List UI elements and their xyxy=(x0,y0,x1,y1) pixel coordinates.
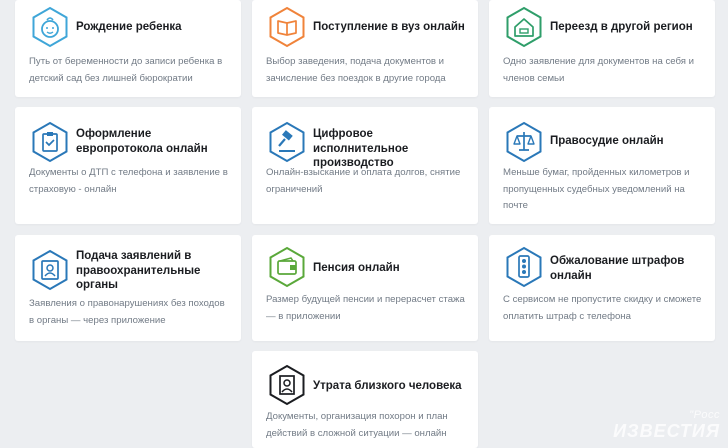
card-description: Заявления о правонарушениях без походов … xyxy=(29,298,225,326)
watermark-logo: ИЗВЕСТИЯ xyxy=(613,421,720,441)
gavel-icon xyxy=(266,121,308,163)
card-title: Переезд в другой регион xyxy=(550,21,693,33)
card-description: С сервисом не пропустите скидку и сможет… xyxy=(503,294,702,322)
service-card-university[interactable]: Поступление в вуз онлайн Выбор заведения… xyxy=(252,0,478,97)
house-icon xyxy=(503,6,545,48)
card-title: Оформление европротокола онлайн xyxy=(76,128,208,155)
card-description: Онлайн-взыскание и оплата долгов, снятие… xyxy=(266,167,461,195)
service-card-europrotocol[interactable]: Оформление европротокола онлайн Документ… xyxy=(15,107,241,224)
service-card-enforcement[interactable]: Цифровое исполнительное производство Онл… xyxy=(252,107,478,224)
card-description: Одно заявление для документов на себя и … xyxy=(503,56,694,84)
izvestia-watermark: "Росс ИЗВЕСТИЯ xyxy=(613,409,720,442)
card-title: Рождение ребенка xyxy=(76,21,182,33)
service-card-justice[interactable]: Правосудие онлайн Меньше бумаг, пройденн… xyxy=(489,107,715,224)
service-card-fines[interactable]: Обжалование штрафов онлайн С сервисом не… xyxy=(489,235,715,341)
card-title: Пенсия онлайн xyxy=(313,262,400,274)
card-title: Цифровое исполнительное производство xyxy=(313,128,409,169)
id-badge-icon xyxy=(29,249,71,291)
watermark-top: "Росс xyxy=(689,409,720,421)
card-description: Документы о ДТП с телефона и заявление в… xyxy=(29,167,228,195)
service-card-law-enforcement[interactable]: Подача заявлений в правоохранительные ор… xyxy=(15,235,241,341)
scales-icon xyxy=(503,121,545,163)
service-card-relocation[interactable]: Переезд в другой регион Одно заявление д… xyxy=(489,0,715,97)
card-description: Документы, организация похорон и план де… xyxy=(266,411,448,439)
portrait-icon xyxy=(266,364,308,406)
service-card-birth[interactable]: Рождение ребенка Путь от беременности до… xyxy=(15,0,241,97)
card-title: Поступление в вуз онлайн xyxy=(313,21,465,33)
baby-icon xyxy=(29,6,71,48)
clipboard-icon xyxy=(29,121,71,163)
book-icon xyxy=(266,6,308,48)
card-description: Меньше бумаг, пройденных километров и пр… xyxy=(503,167,690,211)
card-description: Размер будущей пенсии и перерасчет стажа… xyxy=(266,294,465,322)
wallet-icon xyxy=(266,246,308,288)
service-card-bereavement[interactable]: Утрата близкого человека Документы, орга… xyxy=(252,351,478,448)
traffic-light-icon xyxy=(503,246,545,288)
card-title: Правосудие онлайн xyxy=(550,135,664,147)
card-title: Утрата близкого человека xyxy=(313,380,462,392)
card-title: Подача заявлений в правоохранительные ор… xyxy=(76,250,201,291)
card-description: Выбор заведения, подача документов и зач… xyxy=(266,56,446,84)
card-description: Путь от беременности до записи ребенка в… xyxy=(29,56,223,84)
service-card-pension[interactable]: Пенсия онлайн Размер будущей пенсии и пе… xyxy=(252,235,478,341)
card-title: Обжалование штрафов онлайн xyxy=(550,255,685,282)
